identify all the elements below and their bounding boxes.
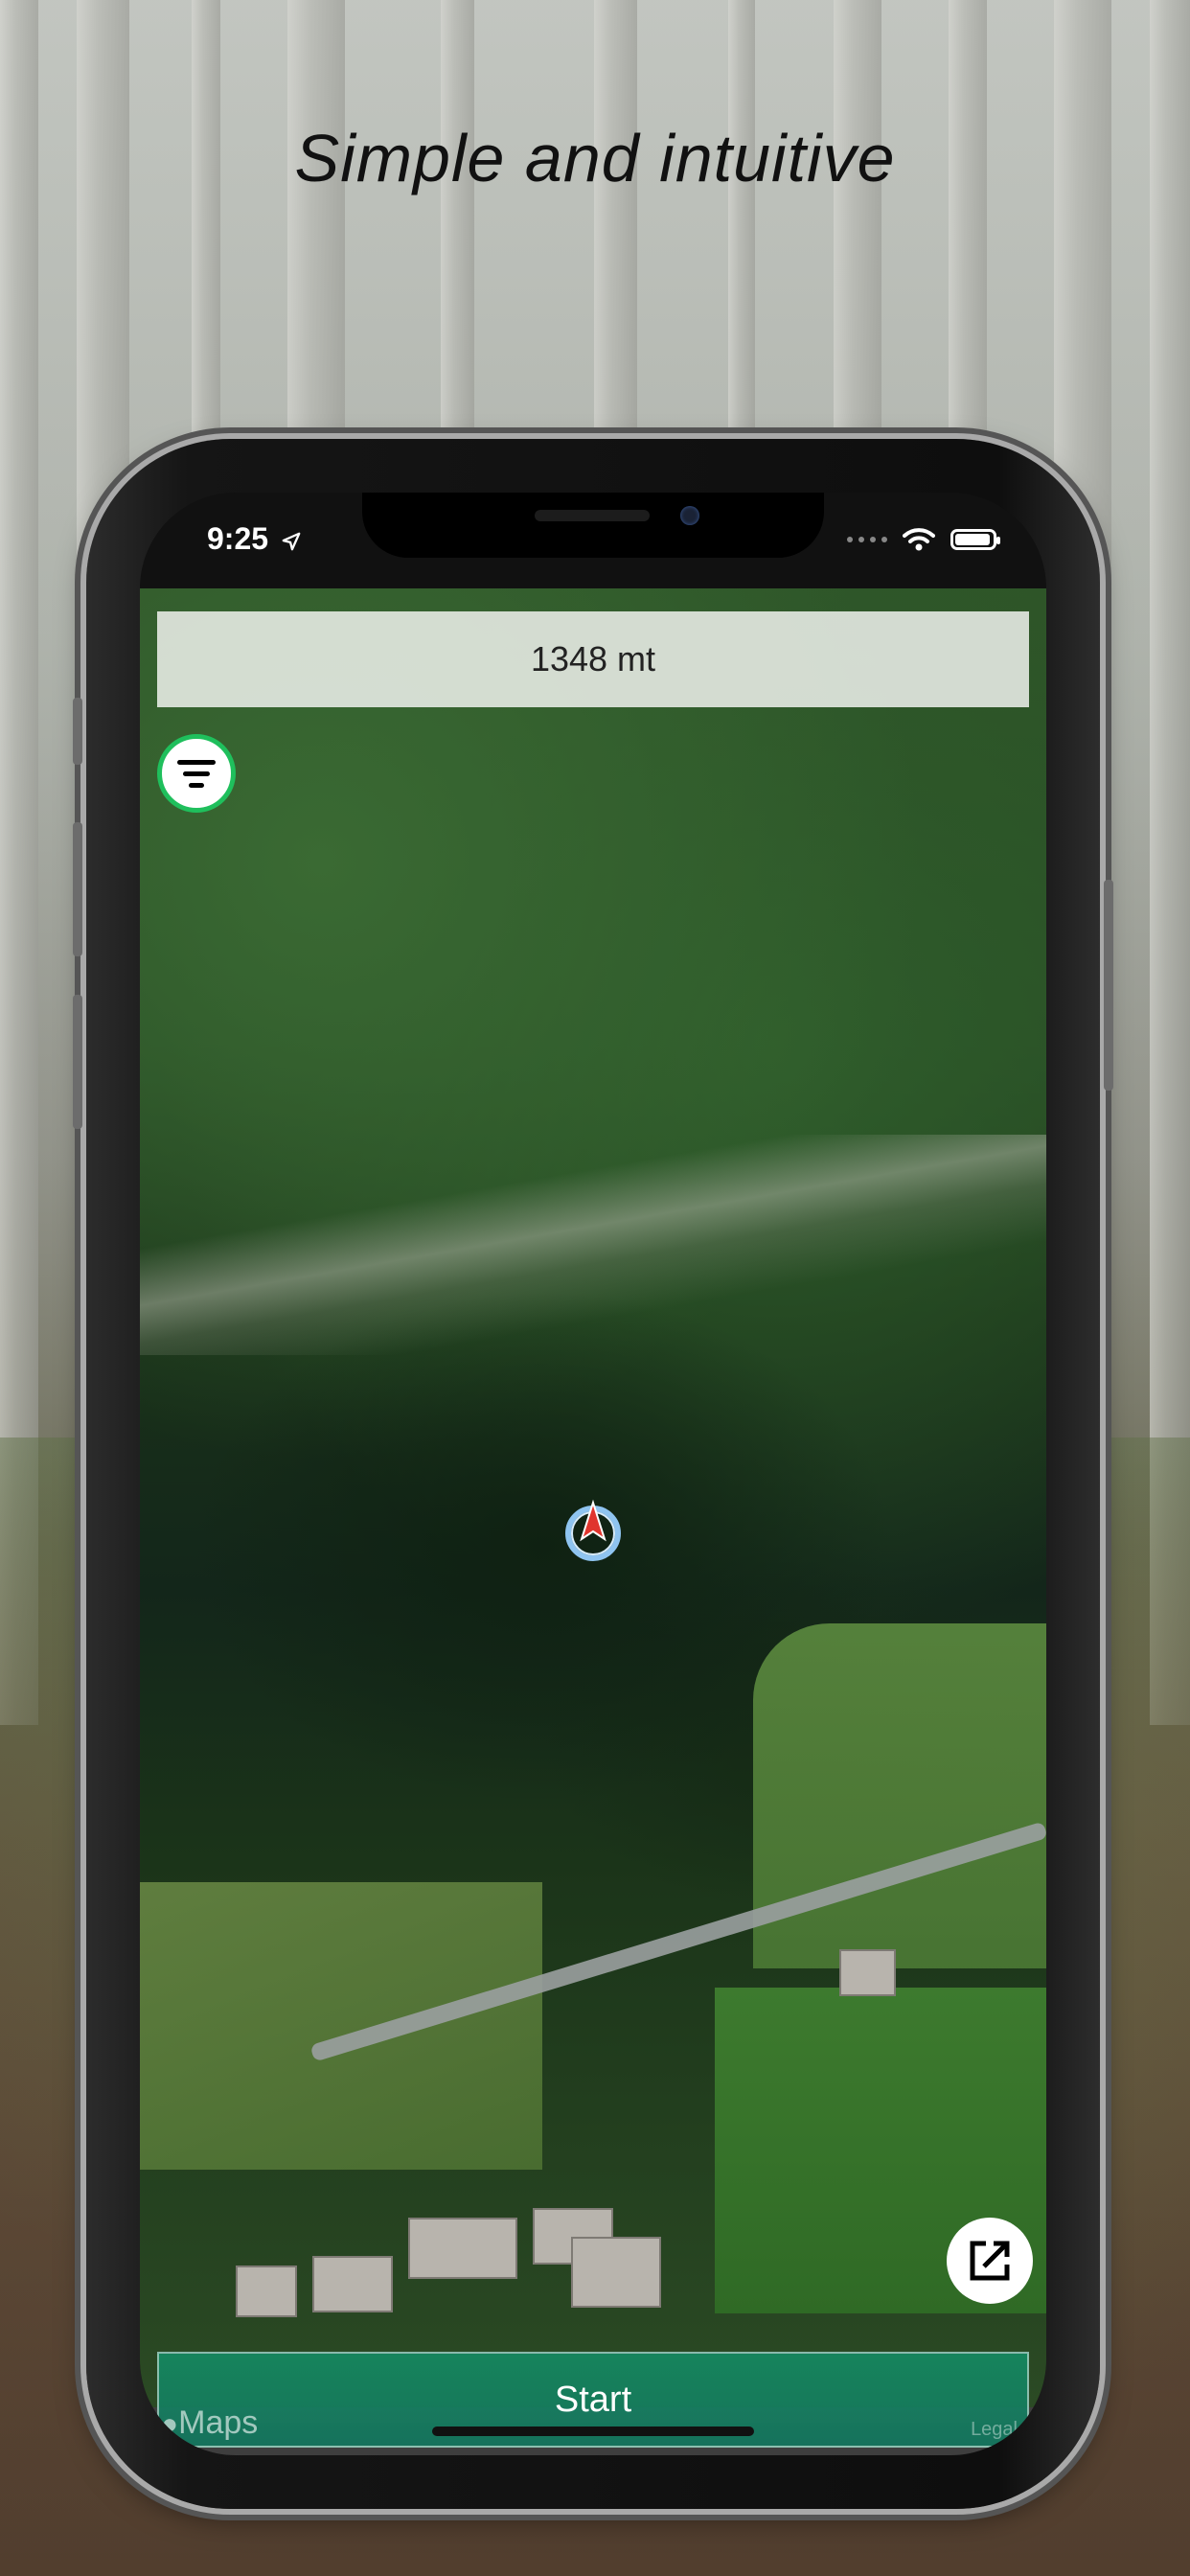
apple-logo-icon: ● [161,2408,179,2440]
signal-dots-icon [847,537,887,542]
battery-icon [950,529,1000,550]
wifi-icon [903,528,935,551]
altitude-display: 1348 mt [157,611,1029,707]
legal-link[interactable]: Legal [971,2419,1018,2441]
status-time: 9:25 [207,521,302,557]
home-indicator[interactable] [432,2426,754,2436]
phone-frame: 9:25 1348 mt Start ●Maps Legal [73,439,1113,2509]
filter-button[interactable] [157,734,236,813]
satellite-map[interactable]: 1348 mt Start ●Maps Legal [140,588,1046,2448]
external-link-icon [970,2241,1010,2281]
headline: Simple and intuitive [294,121,896,196]
phone-screen: 9:25 1348 mt Start ●Maps Legal [140,493,1046,2455]
status-bar: 9:25 [140,493,1046,588]
open-external-button[interactable] [947,2218,1033,2304]
user-location-marker-icon [565,1499,621,1561]
location-arrow-icon [282,532,301,550]
apple-maps-attribution: ●Maps [161,2404,259,2441]
filter-icon [177,759,216,788]
